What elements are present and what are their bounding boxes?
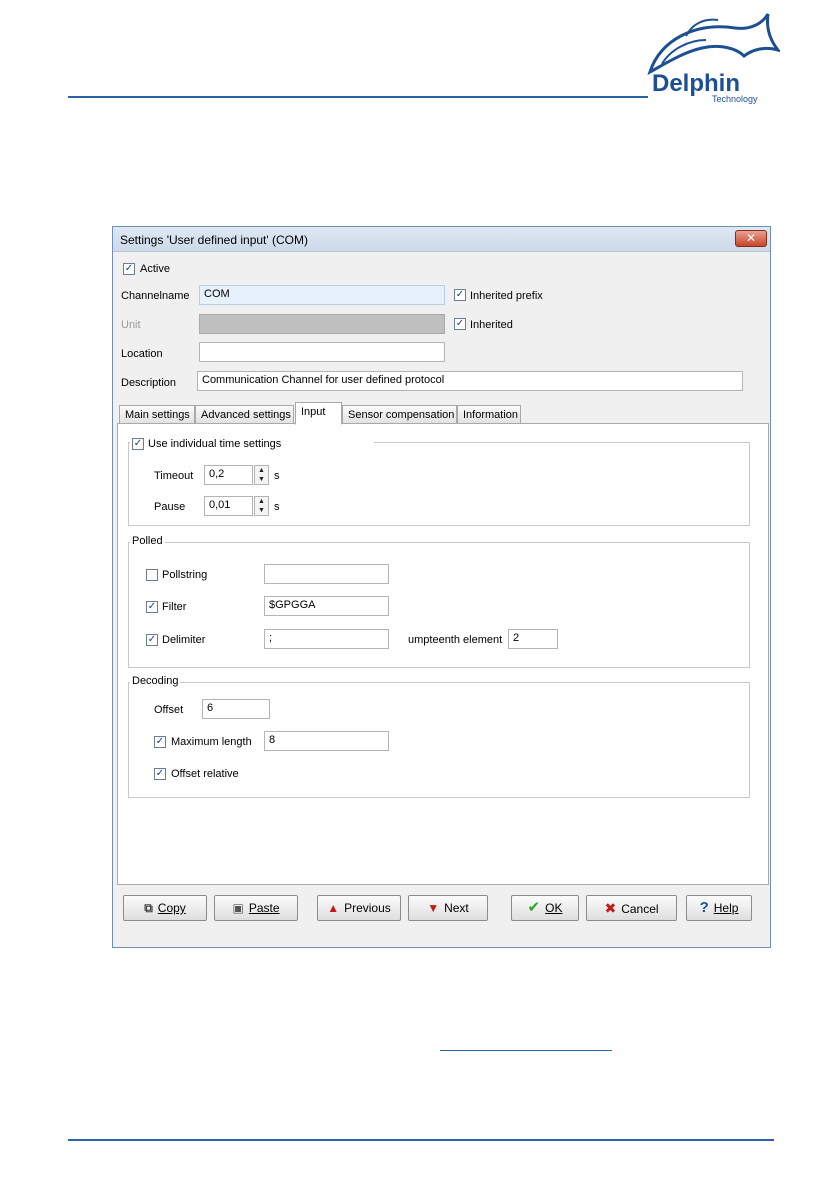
previous-label: Previous (344, 901, 391, 915)
pause-label: Pause (154, 501, 186, 513)
umpteenth-element-input[interactable]: 2 (508, 629, 558, 649)
link-underline[interactable] (440, 1050, 612, 1051)
channelname-input[interactable]: COM (199, 285, 445, 305)
pause-unit: s (274, 501, 280, 513)
filter-input[interactable]: $GPGGA (264, 596, 389, 616)
tab-input[interactable]: Input (295, 402, 342, 425)
spin-down-icon: ▼ (258, 507, 265, 514)
previous-button[interactable]: ▲ Previous (317, 895, 401, 921)
copy-icon: ⧉ (144, 901, 153, 915)
paste-icon: ▣ (232, 901, 244, 915)
maximum-length-input[interactable]: 8 (264, 731, 389, 751)
paste-button[interactable]: ▣ Paste (214, 895, 298, 921)
arrow-up-icon: ▲ (327, 901, 340, 915)
tab-main-settings[interactable]: Main settings (119, 405, 195, 424)
pause-input[interactable]: 0,01 (204, 496, 253, 516)
tab-advanced-settings[interactable]: Advanced settings (195, 405, 294, 424)
location-input[interactable] (199, 342, 445, 362)
pollstring-label: Pollstring (162, 569, 208, 581)
unit-label: Unit (121, 319, 141, 331)
cross-icon: ✖ (604, 900, 617, 916)
inherited-prefix-checkbox[interactable]: ✓ (454, 289, 466, 301)
input-tab-panel: ✓ Use individual time settings Timeout 0… (117, 423, 769, 885)
pause-spinner[interactable]: ▲ ▼ (254, 496, 269, 516)
filter-checkbox[interactable]: ✓ (146, 601, 158, 613)
cancel-button[interactable]: ✖ Cancel (586, 895, 677, 921)
pollstring-checkbox[interactable] (146, 569, 158, 581)
active-checkbox[interactable]: ✓ (123, 263, 135, 275)
dialog-titlebar: Settings 'User defined input' (COM) ✕ (113, 227, 770, 252)
header-rule (68, 96, 648, 98)
delimiter-label: Delimiter (162, 634, 206, 646)
settings-dialog: Settings 'User defined input' (COM) ✕ ✓ … (112, 226, 771, 948)
timeout-input[interactable]: 0,2 (204, 465, 253, 485)
pollstring-input[interactable] (264, 564, 389, 584)
logo-subtitle: Technology (712, 94, 758, 104)
delimiter-input[interactable]: ; (264, 629, 389, 649)
help-label: Help (713, 901, 739, 915)
active-label: Active (140, 263, 170, 275)
description-input[interactable]: Communication Channel for user defined p… (197, 371, 743, 391)
maximum-length-label: Maximum length (171, 736, 252, 748)
timeout-unit: s (274, 470, 280, 482)
channelname-label: Channelname (121, 290, 190, 302)
polled-legend: Polled (130, 535, 165, 547)
decoding-legend: Decoding (130, 675, 181, 687)
umpteenth-element-label: umpteenth element (408, 634, 503, 646)
spin-up-icon: ▲ (258, 498, 265, 505)
offset-relative-checkbox[interactable]: ✓ (154, 768, 166, 780)
use-individual-time-label: Use individual time settings (148, 438, 282, 450)
spin-down-icon: ▼ (258, 476, 265, 483)
filter-label: Filter (162, 601, 187, 613)
offset-input[interactable]: 6 (202, 699, 270, 719)
cancel-label: Cancel (621, 902, 659, 916)
ok-label: OK (545, 901, 563, 915)
arrow-down-icon: ▼ (427, 901, 440, 915)
checkmark-icon: ✔ (527, 899, 541, 916)
timeout-label: Timeout (154, 470, 194, 482)
delimiter-checkbox[interactable]: ✓ (146, 634, 158, 646)
help-button[interactable]: ? Help (686, 895, 752, 921)
time-settings-legend: ✓ Use individual time settings (130, 436, 374, 452)
inherited-checkbox[interactable]: ✓ (454, 318, 466, 330)
dialog-title: Settings 'User defined input' (COM) (120, 233, 308, 247)
paste-label: Paste (248, 901, 280, 915)
next-button[interactable]: ▼ Next (408, 895, 488, 921)
polled-group (128, 542, 750, 668)
next-label: Next (444, 901, 469, 915)
offset-label: Offset (154, 704, 184, 716)
copy-button[interactable]: ⧉ Copy (123, 895, 207, 921)
offset-relative-label: Offset relative (171, 768, 239, 780)
spin-up-icon: ▲ (258, 467, 265, 474)
description-label: Description (121, 377, 177, 389)
timeout-spinner[interactable]: ▲ ▼ (254, 465, 269, 485)
footer-rule (68, 1139, 774, 1141)
use-individual-time-checkbox[interactable]: ✓ (132, 438, 144, 450)
close-icon: ✕ (745, 231, 757, 245)
tab-information[interactable]: Information (457, 405, 521, 424)
copy-label: Copy (157, 901, 186, 915)
inherited-prefix-label: Inherited prefix (470, 290, 543, 302)
help-icon: ? (699, 899, 709, 916)
tab-sensor-compensation[interactable]: Sensor compensation (342, 405, 457, 424)
inherited-label: Inherited (470, 319, 513, 331)
ok-button[interactable]: ✔ OK (511, 895, 579, 921)
unit-input[interactable] (199, 314, 445, 334)
close-button[interactable]: ✕ (735, 230, 767, 247)
maximum-length-checkbox[interactable]: ✓ (154, 736, 166, 748)
location-label: Location (121, 348, 163, 360)
